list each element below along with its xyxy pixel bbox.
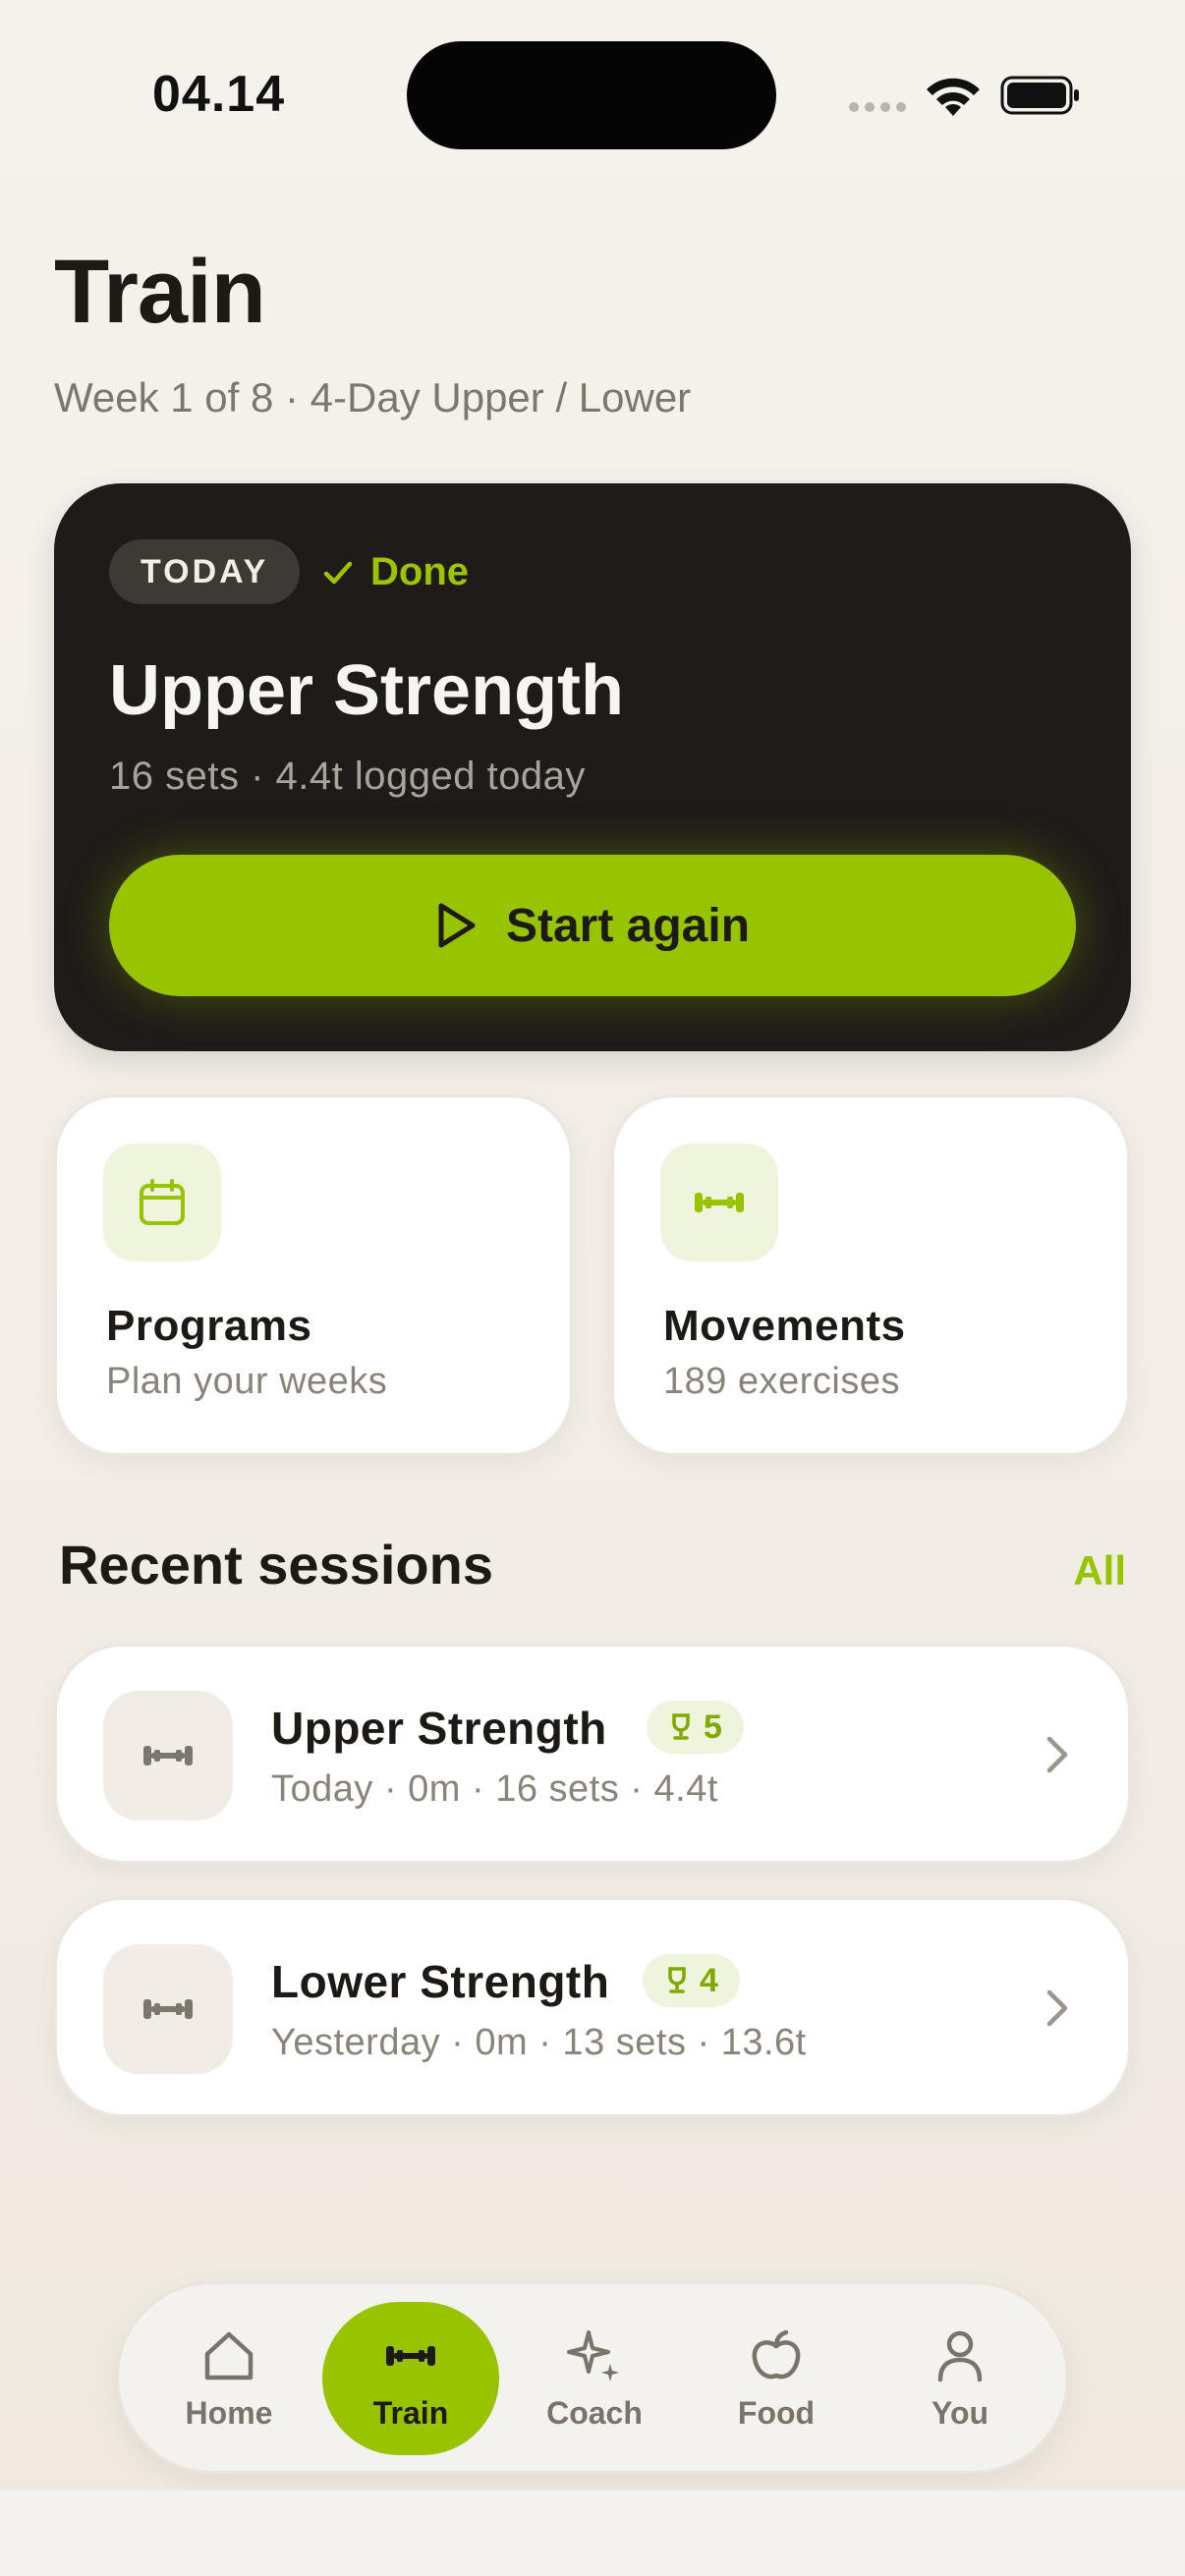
session-title: Lower Strength	[271, 1956, 610, 2007]
play-icon	[438, 903, 476, 948]
movements-subtitle: 189 exercises	[663, 1361, 900, 1402]
today-workout-card: TODAY Done Upper Strength 16 sets · 4.4t…	[54, 483, 1131, 1051]
tab-train[interactable]: Train	[322, 2302, 499, 2455]
tab-food[interactable]: Food	[688, 2302, 865, 2455]
session-meta: Yesterday · 0m · 13 sets · 13.6t	[271, 2022, 807, 2063]
today-tag: TODAY	[109, 539, 301, 604]
chevron-right-icon	[1046, 1736, 1068, 1773]
check-icon	[323, 561, 353, 584]
battery-icon	[1000, 76, 1079, 115]
trophy-icon	[672, 1713, 690, 1740]
session-meta: Today · 0m · 16 sets · 4.4t	[271, 1768, 718, 1810]
pr-badge: 4	[643, 1954, 740, 2007]
session-icon-bg	[103, 1691, 233, 1820]
start-again-button[interactable]: Start again	[109, 855, 1076, 996]
dumbbell-icon	[143, 1999, 193, 2019]
person-icon	[937, 2330, 983, 2381]
session-icon-bg	[103, 1944, 233, 2074]
tab-you[interactable]: You	[872, 2302, 1048, 2455]
programs-icon-bg	[103, 1144, 221, 1261]
chevron-right-icon	[1046, 1989, 1068, 2027]
session-title: Upper Strength	[271, 1703, 607, 1754]
screen: 04.14 Train Week 1 of 8 · 4-Day Upper / …	[0, 0, 1185, 2491]
home-icon	[204, 2331, 254, 2380]
tab-train-label: Train	[372, 2394, 449, 2431]
tab-you-label: You	[931, 2394, 989, 2431]
programs-tile[interactable]: Programs Plan your weeks	[54, 1094, 573, 1456]
workout-meta: 16 sets · 4.4t logged today	[109, 755, 586, 798]
dumbbell-icon	[143, 1746, 193, 1765]
tab-coach[interactable]: Coach	[506, 2302, 683, 2455]
apple-icon	[752, 2329, 801, 2379]
tab-home[interactable]: Home	[141, 2302, 317, 2455]
programs-subtitle: Plan your weeks	[106, 1361, 388, 1402]
recent-sessions-heading: Recent sessions	[59, 1534, 493, 1596]
all-sessions-link[interactable]: All	[1073, 1547, 1126, 1595]
cellular-signal-icon	[849, 102, 906, 112]
dumbbell-icon	[386, 2345, 435, 2366]
tab-food-label: Food	[737, 2394, 816, 2431]
pr-count: 4	[700, 1961, 718, 1999]
session-row[interactable]: Upper Strength 5 Today · 0m · 16 sets · …	[54, 1644, 1131, 1864]
sparkle-icon	[567, 2329, 619, 2381]
tab-coach-label: Coach	[546, 2394, 643, 2431]
tab-home-label: Home	[185, 2394, 273, 2431]
wifi-icon	[927, 78, 980, 116]
program-subtitle: Week 1 of 8 · 4-Day Upper / Lower	[54, 374, 692, 420]
page-title: Train	[54, 242, 266, 342]
dumbbell-icon	[695, 1193, 744, 1212]
pr-badge: 5	[647, 1701, 744, 1754]
status-time: 04.14	[152, 66, 286, 123]
home-indicator-area	[0, 2491, 1185, 2576]
session-row[interactable]: Lower Strength 4 Yesterday · 0m · 13 set…	[54, 1897, 1131, 2117]
dynamic-island	[407, 41, 776, 149]
done-label: Done	[370, 550, 469, 593]
movements-icon-bg	[660, 1144, 778, 1261]
bottom-tab-bar: Home Train Coach Food You	[116, 2281, 1069, 2474]
pr-count: 5	[704, 1708, 722, 1746]
movements-title: Movements	[663, 1302, 906, 1350]
calendar-icon	[140, 1179, 185, 1225]
programs-title: Programs	[106, 1302, 312, 1350]
movements-tile[interactable]: Movements 189 exercises	[611, 1094, 1130, 1456]
start-again-label: Start again	[505, 899, 751, 952]
done-status: Done	[321, 550, 469, 594]
trophy-icon	[668, 1967, 686, 1993]
workout-title: Upper Strength	[109, 651, 625, 730]
